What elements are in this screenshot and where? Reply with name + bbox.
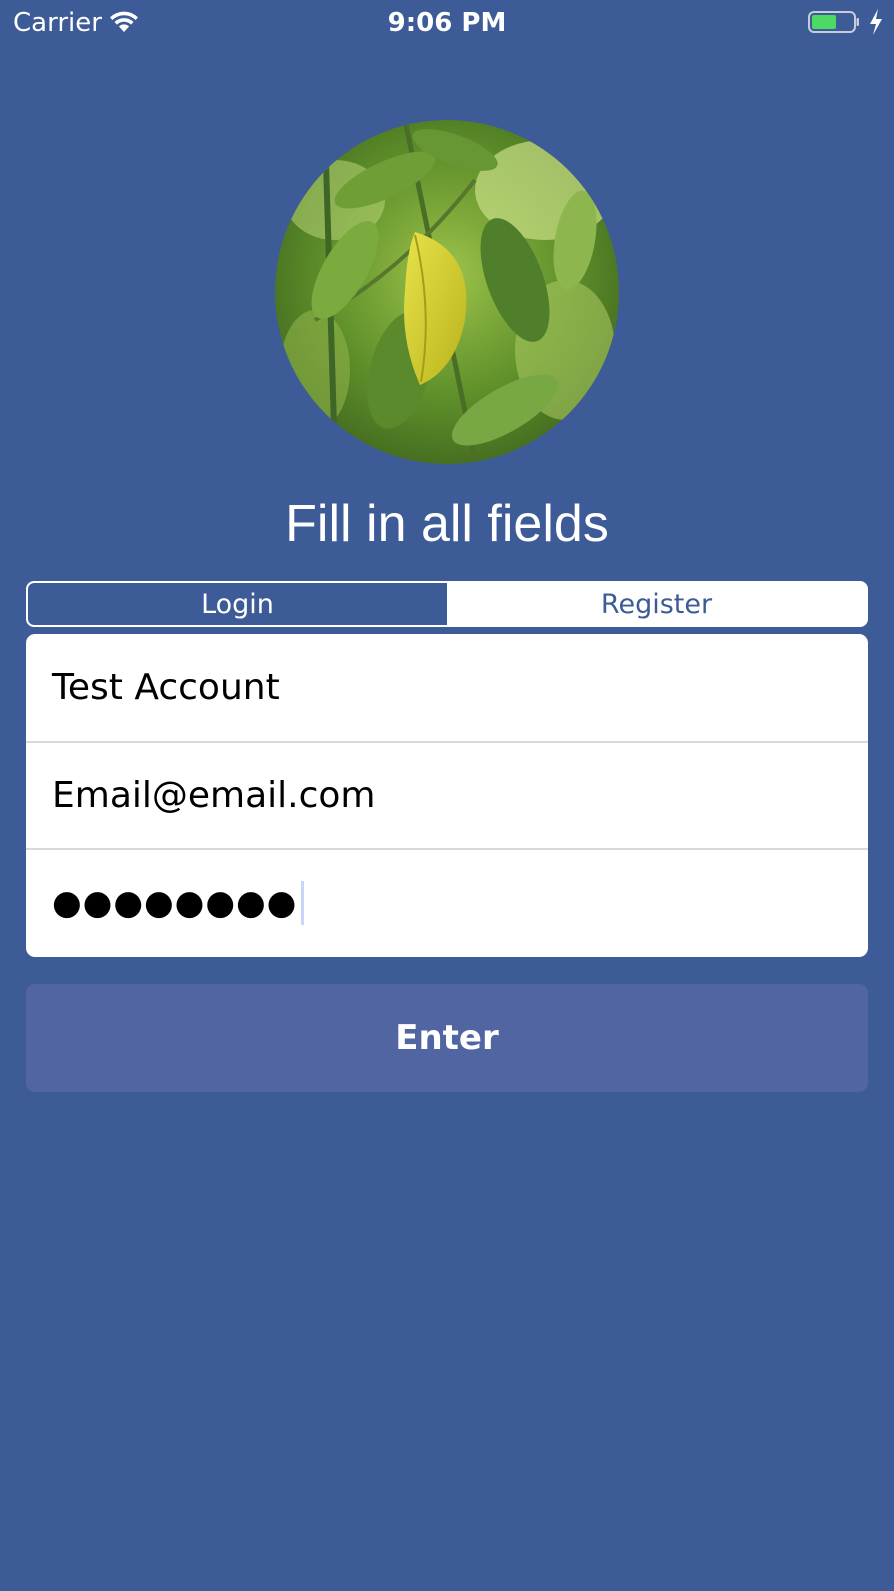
name-field-value: Test Account — [52, 667, 280, 708]
password-field[interactable]: ●●●●●●●● — [26, 848, 868, 955]
login-screen: Carrier 9:06 PM Fill in all fields Login… — [0, 0, 894, 1591]
segment-register[interactable]: Register — [447, 583, 866, 625]
form-card: Test Account Email@email.com ●●●●●●●● — [26, 634, 868, 957]
segment-login[interactable]: Login — [28, 583, 447, 625]
password-field-value: ●●●●●●●● — [52, 882, 298, 923]
leaf-photo-avatar — [275, 120, 619, 464]
battery-charging-icon — [808, 11, 859, 33]
name-field[interactable]: Test Account — [26, 634, 868, 741]
bolt-icon — [870, 9, 882, 35]
clock: 9:06 PM — [387, 8, 507, 38]
login-register-segmented-control[interactable]: Login Register — [26, 581, 868, 627]
email-field[interactable]: Email@email.com — [26, 741, 868, 848]
avatar — [275, 120, 619, 464]
enter-button[interactable]: Enter — [26, 984, 868, 1092]
text-cursor — [301, 880, 305, 925]
status-bar: Carrier 9:06 PM — [0, 0, 894, 46]
page-title: Fill in all fields — [285, 495, 609, 553]
email-field-value: Email@email.com — [52, 775, 376, 816]
